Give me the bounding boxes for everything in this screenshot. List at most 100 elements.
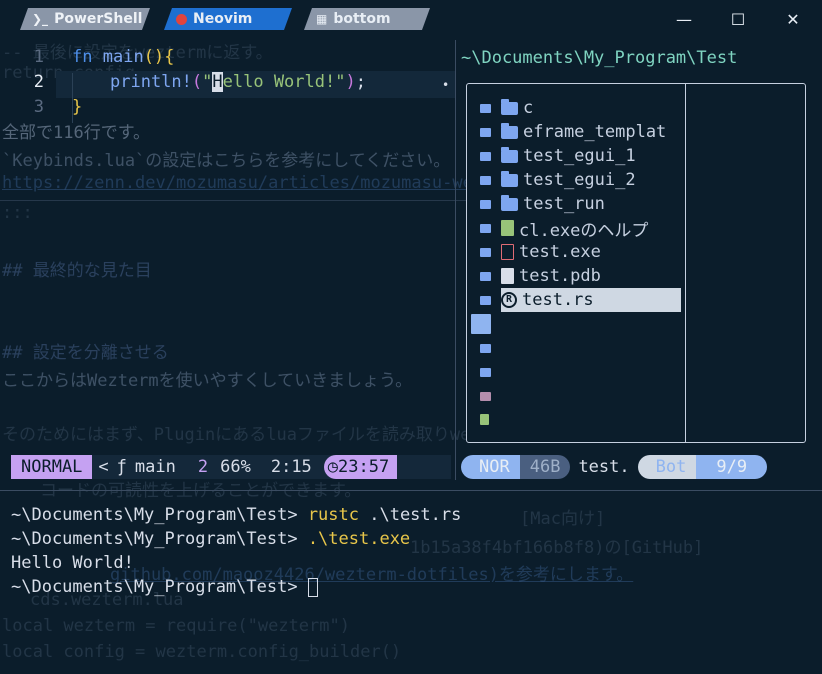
horizontal-split[interactable] [0, 490, 822, 491]
tab-bottom[interactable]: ▦ bottom [304, 8, 430, 30]
folder-icon [501, 194, 518, 211]
backdrop-text: [Mac向け] [520, 509, 606, 529]
cursor-position: 2:15 [270, 457, 312, 477]
backdrop-text: local wezterm = require("wezterm") [2, 616, 350, 636]
item-label: test.pdb [519, 266, 601, 286]
folder-icon [501, 170, 518, 187]
item-label: test_egui_1 [523, 146, 636, 166]
folder-icon [480, 152, 491, 161]
terminal-line: ~\Documents\My_Program\Test> .\test.exe [11, 529, 410, 549]
command: rustc [307, 505, 359, 525]
item-position: 9/9 [696, 455, 768, 479]
neovim-icon [176, 14, 187, 25]
explorer-path: ~\Documents\My_Program\Test [461, 48, 738, 68]
title-bar: ❯_ PowerShell Neovim ▦ bottom — ☐ ✕ [0, 0, 822, 38]
maximize-button[interactable]: ☐ [726, 8, 750, 30]
tab-neovim[interactable]: Neovim [164, 8, 292, 30]
code-line-2[interactable]: println!("Hello World!"); [110, 72, 366, 92]
modified-indicator: • [442, 78, 450, 92]
folder-icon [480, 200, 491, 209]
item-label: test_egui_2 [523, 170, 636, 190]
file-icon [501, 268, 514, 284]
current-function: main [134, 457, 176, 477]
string-quote: " [202, 72, 213, 92]
backdrop-text: 1b15a38f4bf166b8f8)の[GitHub] [410, 538, 704, 558]
command: .\test.exe [307, 529, 411, 549]
scroll-percent: 66% [220, 457, 251, 477]
clock-icon: ◷ [327, 457, 339, 477]
mode-indicator: NOR [461, 455, 520, 479]
brace: { [164, 47, 175, 67]
list-item[interactable]: cl.exeのヘルプ [501, 216, 681, 241]
statusline-left: NORMAL < ƒ main 2 66% 2:15 ◷ 23:57 [11, 455, 451, 479]
scroll-indicator: Bot [637, 455, 697, 479]
powershell-icon: ❯_ [32, 12, 49, 26]
folder-icon [480, 344, 491, 353]
parens: () [143, 47, 165, 67]
terminal-line: ~\Documents\My_Program\Test> rustc .\tes… [11, 505, 461, 525]
function-icon: ƒ [116, 457, 127, 477]
binary-file-icon [501, 244, 514, 260]
list-item[interactable]: test_egui_2 [501, 168, 681, 192]
statusline-right: NOR 46B test. Bot 9/9 [461, 455, 821, 479]
clock-time: 23:57 [338, 457, 390, 477]
folder-icon [501, 98, 518, 115]
backdrop-text: local config = wezterm.config_builder() [2, 642, 402, 662]
column-divider [685, 84, 686, 442]
macro-name: println! [110, 72, 192, 92]
item-label: test.exe [519, 242, 601, 262]
code-line-3[interactable]: } [72, 97, 82, 117]
minimize-button[interactable]: — [672, 8, 696, 30]
prompt: ~\Documents\My_Program\Test> [11, 505, 308, 525]
mode-indicator: NORMAL [11, 455, 93, 479]
close-button[interactable]: ✕ [781, 8, 805, 30]
folder-icon [480, 224, 491, 233]
terminal-input-line[interactable]: ~\Documents\My_Program\Test> [11, 577, 318, 597]
tab-label: Neovim [193, 11, 253, 27]
folder-icon [480, 296, 491, 305]
folder-icon [480, 248, 491, 257]
image-icon [480, 392, 491, 401]
list-item-selected[interactable]: Rtest.rs [501, 288, 681, 312]
terminal-cursor [307, 577, 318, 597]
function-name: main [102, 47, 144, 67]
line-count: 2 [197, 457, 209, 477]
tab-powershell[interactable]: ❯_ PowerShell [20, 8, 150, 30]
string-literal: ello World!" [222, 72, 346, 92]
list-item[interactable]: eframe_templat [501, 120, 681, 144]
terminal-output: Hello World! [11, 553, 134, 573]
line-number-current: 2 [33, 72, 44, 92]
rust-icon: R [501, 292, 517, 308]
tab-label: bottom [333, 11, 391, 27]
file-size: 46B [519, 455, 571, 479]
folder-icon [480, 368, 491, 377]
code-line-1[interactable]: fn main(){ [72, 47, 174, 67]
folder-icon [480, 104, 491, 113]
bottom-icon: ▦ [316, 12, 328, 26]
list-item[interactable]: test.exe [501, 240, 681, 264]
line-number: 1 [33, 47, 44, 67]
list-item[interactable]: test_egui_1 [501, 144, 681, 168]
item-label: test_run [523, 194, 605, 214]
file-explorer-popup[interactable]: c eframe_templat test_egui_1 test_egui_2… [466, 83, 806, 443]
backdrop-text: コードの可読性を上げることができます。 [40, 481, 362, 501]
list-item[interactable]: c [501, 96, 681, 120]
item-label: eframe_templat [523, 122, 667, 142]
vertical-split[interactable] [455, 40, 456, 480]
semicolon: ; [355, 72, 366, 92]
text-cursor: H [212, 72, 223, 92]
editor-pane[interactable]: 1 2 3 fn main(){ println!("Hello World!"… [0, 40, 456, 450]
paren: ( [191, 72, 203, 92]
document-icon [501, 220, 514, 236]
list-item[interactable]: test_run [501, 192, 681, 216]
file-name: test. [578, 457, 630, 477]
file-icon [480, 414, 489, 425]
output-text: Hello World! [11, 553, 134, 573]
list-item[interactable]: test.pdb [501, 264, 681, 288]
item-label: test.rs [522, 290, 594, 310]
folder-icon [501, 146, 518, 163]
folder-icon [480, 272, 491, 281]
item-label: c [523, 98, 534, 118]
prompt: ~\Documents\My_Program\Test> [11, 529, 308, 549]
line-number: 3 [33, 97, 44, 117]
